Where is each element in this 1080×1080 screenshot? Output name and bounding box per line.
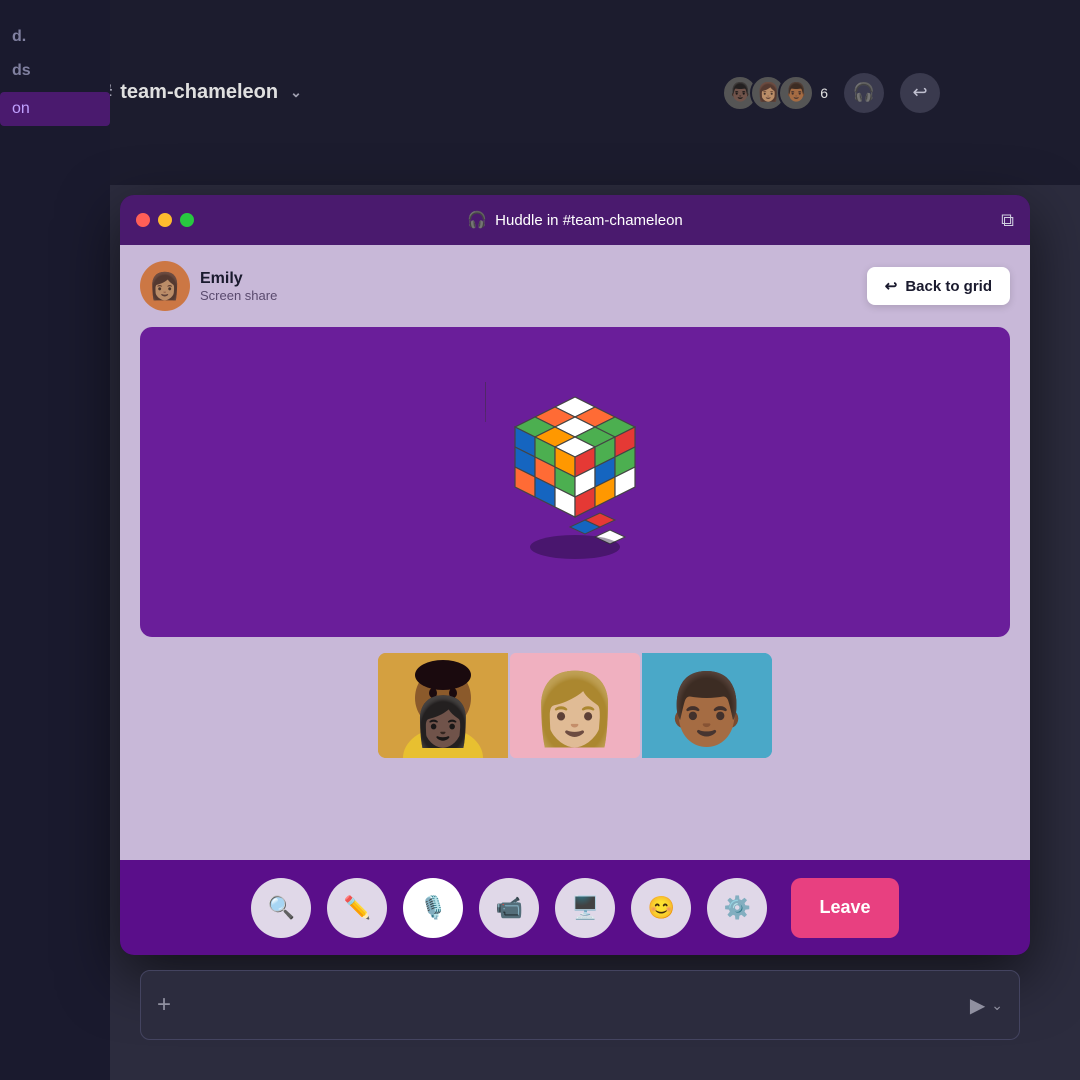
huddle-content: 👩🏽 Emily Screen share ↩ Back to grid (120, 245, 1030, 860)
emoji-icon: 😊 (648, 895, 675, 921)
rubiks-cube-svg (485, 382, 665, 582)
channel-name-text: team-chameleon (120, 81, 278, 104)
sidebar-item-active[interactable]: on (0, 92, 110, 126)
close-button[interactable] (136, 213, 150, 227)
screen-icon: 🖥️ (572, 895, 599, 921)
svg-text:👩🏼: 👩🏼 (531, 669, 618, 749)
pen-button[interactable]: ✏️ (327, 878, 387, 938)
send-options-button[interactable]: ⌄ (991, 997, 1003, 1014)
channel-name-display: # team-chameleon ⌄ (100, 80, 302, 106)
huddle-window: 🎧 Huddle in #team-chameleon ⧉ 👩🏽 Emily S… (120, 195, 1030, 955)
message-bar: + ▶ ⌄ (140, 970, 1020, 1040)
window-title-text: Huddle in #team-chameleon (495, 212, 683, 229)
header-right: 👨🏿 👩🏽 👨🏾 6 🎧 ↩ (722, 73, 940, 113)
presenter-avatar: 👩🏽 (140, 261, 190, 311)
send-button[interactable]: ▶ (970, 993, 985, 1018)
add-attachment-button[interactable]: + (157, 991, 171, 1019)
maximize-button[interactable] (180, 213, 194, 227)
presenter-info: 👩🏽 Emily Screen share (140, 261, 277, 311)
participants-row: 👩🏿 👩🏼 👨🏾 (120, 637, 1030, 768)
screen-share-area (140, 327, 1010, 637)
avatar-3: 👨🏾 (778, 75, 814, 111)
svg-text:👨🏾: 👨🏾 (663, 669, 750, 749)
settings-icon: ⚙️ (724, 895, 751, 921)
participant-3-face: 👨🏾 (642, 653, 772, 758)
presenter-details: Emily Screen share (200, 270, 277, 303)
minimize-button[interactable] (158, 213, 172, 227)
participant-2: 👩🏼 (510, 653, 640, 758)
back-to-grid-label: Back to grid (905, 278, 992, 295)
app-header: # team-chameleon ⌄ 👨🏿 👩🏽 👨🏾 6 🎧 ↩ (0, 0, 1080, 185)
send-area: ▶ ⌄ (970, 993, 1003, 1018)
pip-button[interactable]: ⧉ (1001, 210, 1014, 231)
zoom-icon: 🔍 (268, 895, 295, 921)
headphones-button[interactable]: 🎧 (844, 73, 884, 113)
sidebar-item-2[interactable]: ds (0, 54, 110, 88)
sidebar: d. ds on (0, 0, 110, 1080)
screen-share-button[interactable]: 🖥️ (555, 878, 615, 938)
participant-3: 👨🏾 (642, 653, 772, 758)
traffic-lights (136, 213, 194, 227)
camera-button[interactable]: 📹 (479, 878, 539, 938)
camera-icon: 📹 (496, 895, 523, 921)
window-title: 🎧 Huddle in #team-chameleon (467, 210, 683, 230)
headphones-icon: 🎧 (467, 210, 487, 230)
participant-2-face: 👩🏼 (510, 653, 640, 758)
mic-icon: 🎙️ (420, 895, 447, 921)
emoji-button[interactable]: 😊 (631, 878, 691, 938)
member-count: 6 (820, 85, 828, 101)
settings-button[interactable]: ⚙️ (707, 878, 767, 938)
back-to-grid-button[interactable]: ↩ Back to grid (867, 267, 1010, 305)
leave-label: Leave (819, 897, 870, 917)
avatar-stack: 👨🏿 👩🏽 👨🏾 6 (722, 75, 828, 111)
expand-button[interactable]: ↩ (900, 73, 940, 113)
huddle-top-bar: 👩🏽 Emily Screen share ↩ Back to grid (120, 245, 1030, 327)
svg-text:👩🏿: 👩🏿 (413, 694, 473, 749)
mic-button[interactable]: 🎙️ (403, 878, 463, 938)
sidebar-item-1[interactable]: d. (0, 20, 110, 54)
pen-icon: ✏️ (344, 895, 371, 921)
leave-button[interactable]: Leave (791, 878, 898, 938)
presenter-name: Emily (200, 270, 277, 288)
back-arrow-icon: ↩ (885, 277, 898, 295)
presenter-status: Screen share (200, 288, 277, 303)
window-titlebar: 🎧 Huddle in #team-chameleon ⧉ (120, 195, 1030, 245)
participant-1: 👩🏿 (378, 653, 508, 758)
control-bar: 🔍 ✏️ 🎙️ 📹 🖥️ 😊 ⚙️ Leave (120, 860, 1030, 955)
channel-chevron-icon[interactable]: ⌄ (290, 84, 302, 101)
zoom-button[interactable]: 🔍 (251, 878, 311, 938)
participant-1-face: 👩🏿 (378, 653, 508, 758)
